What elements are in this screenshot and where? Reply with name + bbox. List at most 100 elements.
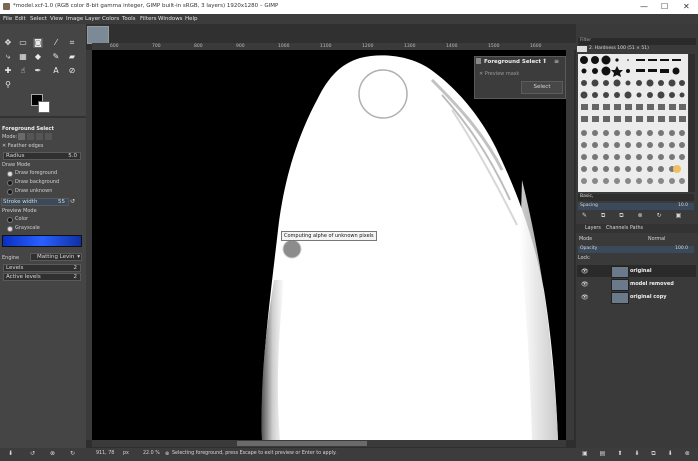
mode-intersect-icon[interactable]	[45, 133, 52, 140]
layer-mode-value[interactable]: Normal	[648, 237, 665, 242]
brush-action-icons[interactable]: ✎⧉⧉⊗↻▣	[582, 212, 695, 220]
preview-color-radio[interactable]	[7, 217, 13, 223]
layer-thumbnail	[611, 292, 629, 304]
eraser-icon[interactable]: ▰	[67, 52, 77, 62]
menu-edit[interactable]: Edit	[15, 16, 26, 22]
draw-foreground-radio[interactable]	[7, 171, 13, 177]
cancel-icon[interactable]: ⊗	[165, 451, 169, 457]
mode-replace-icon[interactable]	[18, 133, 25, 140]
color-picker-icon[interactable]: ⊘	[67, 66, 77, 76]
layer-row[interactable]: 👁 original	[577, 265, 696, 278]
stroke-width-label: Stroke width	[3, 199, 38, 205]
tab-layers[interactable]: Layers	[585, 226, 601, 231]
preview-mask-option[interactable]: ✕ Preview mask	[479, 71, 519, 77]
tool-options-title: Foreground Select	[2, 126, 54, 132]
eye-icon[interactable]: 👁	[581, 294, 589, 301]
zoom-dropdown[interactable]: 22.0 %	[143, 451, 160, 456]
stroke-width-field[interactable]: Stroke width 55	[1, 198, 69, 206]
lock-label: Lock:	[578, 256, 591, 261]
engine-value: Matting Levin	[37, 254, 75, 260]
draw-background-radio[interactable]	[7, 180, 13, 186]
menu-view[interactable]: View	[50, 16, 63, 22]
paintbrush-icon[interactable]: ✎	[51, 52, 61, 62]
menu-help[interactable]: Help	[185, 16, 198, 22]
close-button[interactable]: ✕	[683, 3, 690, 11]
zoom-tool-icon[interactable]: ⚲	[3, 80, 13, 90]
brush-preview-icon	[577, 46, 587, 52]
brush-scrollbar[interactable]	[689, 54, 695, 192]
preview-grayscale-radio[interactable]	[7, 226, 13, 232]
tab-paths[interactable]: Paths	[630, 226, 643, 231]
move-tool-icon[interactable]: ✥	[3, 38, 13, 48]
image-tabs-bar	[86, 24, 576, 43]
engine-dropdown[interactable]: Matting Levin ▾	[30, 253, 82, 261]
heal-tool-icon[interactable]: ✚	[3, 66, 13, 76]
horizontal-scrollbar[interactable]	[92, 440, 566, 447]
layer-opacity-field[interactable]: Opacity 100.0	[578, 246, 694, 253]
background-color-swatch[interactable]	[38, 101, 50, 113]
text-tool-icon[interactable]: A	[51, 66, 61, 76]
menu-image[interactable]: Image	[66, 16, 83, 22]
reset-stroke-icon[interactable]: ↺	[70, 198, 75, 205]
brush-thumbnails	[580, 55, 686, 184]
brush-preset-dropdown[interactable]: Basic,	[578, 194, 694, 201]
ruler-label: 700	[152, 44, 161, 49]
select-button[interactable]: Select	[521, 81, 563, 94]
menu-tools[interactable]: Tools	[122, 16, 136, 22]
menu-windows[interactable]: Windows	[158, 16, 183, 22]
brush-filter-field[interactable]: Filter	[578, 38, 696, 45]
feather-edges-option[interactable]: ✕ Feather edges	[2, 143, 43, 149]
levels-field[interactable]: Levels 2	[3, 264, 81, 272]
layer-row[interactable]: 👁 model removed	[577, 278, 696, 291]
mode-add-icon[interactable]	[27, 133, 34, 140]
layer-action-icons[interactable]: ▣▤⬆⬇⧉⬇⊗	[582, 450, 698, 458]
restore-options-icon[interactable]: ↺	[30, 450, 35, 457]
smudge-tool-icon[interactable]: ☝	[18, 66, 28, 76]
preview-color-label: Color	[15, 216, 29, 222]
rect-select-tool-icon[interactable]: ▭	[18, 38, 28, 48]
mode-subtract-icon[interactable]	[36, 133, 43, 140]
ruler-label: 1600	[530, 44, 542, 49]
toolbox: ✥ ▭ ◙ ⁄ ⌗ ⤷ ▦ ◆ ✎ ▰ ✚ ☝ ✒ A ⊘ ⚲ Foregrou…	[0, 24, 86, 448]
layer-row[interactable]: 👁 original copy	[577, 291, 696, 304]
eye-icon[interactable]: 👁	[581, 281, 589, 288]
image-tab-thumbnail[interactable]	[87, 26, 109, 44]
eye-icon[interactable]: 👁	[581, 268, 589, 275]
spacing-value: 10.0	[677, 203, 688, 208]
dialog-menu-icon[interactable]: ≡	[554, 58, 559, 65]
preview-grayscale-label: Grayscale	[15, 225, 40, 231]
foreground-select-tool-icon[interactable]: ◙	[33, 38, 43, 48]
unit-dropdown[interactable]: px	[123, 451, 129, 456]
crop-tool-icon[interactable]: ⌗	[67, 38, 77, 48]
warp-tool-icon[interactable]: ⤷	[3, 52, 13, 62]
toolbox-divider	[0, 116, 86, 118]
draw-mode-label: Draw Mode	[2, 162, 31, 168]
maximize-button[interactable]: ☐	[661, 3, 668, 11]
menu-filters[interactable]: Filters	[140, 16, 157, 22]
bucket-fill-icon[interactable]: ◆	[33, 52, 43, 62]
preview-color-bar[interactable]	[2, 235, 82, 247]
paths-tool-icon[interactable]: ✒	[33, 66, 43, 76]
active-levels-field[interactable]: Active levels 2	[3, 273, 81, 281]
menu-select[interactable]: Select	[30, 16, 47, 22]
image-canvas[interactable]: Computing alphe of unknown pixels	[92, 50, 566, 440]
dialog-export-icon[interactable]: ⬆	[542, 58, 547, 65]
spacing-field[interactable]: Spacing 10.0	[578, 203, 694, 210]
window-title: *model.xcf-1.0 (RGB color 8-bit gamma in…	[13, 3, 279, 9]
draw-unknown-radio[interactable]	[7, 189, 13, 195]
menu-layer[interactable]: Layer	[85, 16, 100, 22]
save-options-icon[interactable]: ⬇	[8, 450, 13, 457]
minimize-button[interactable]: —	[640, 3, 648, 11]
delete-options-icon[interactable]: ⊗	[50, 450, 55, 457]
layer-name: model removed	[630, 281, 674, 287]
menu-colors[interactable]: Colors	[102, 16, 119, 22]
fuzzy-select-tool-icon[interactable]: ⁄	[51, 38, 61, 48]
tab-channels[interactable]: Channels	[606, 226, 628, 231]
brush-grid[interactable]	[578, 54, 688, 192]
layer-thumbnail	[611, 266, 629, 278]
reset-options-icon[interactable]: ↻	[70, 450, 75, 457]
menu-file[interactable]: File	[3, 16, 12, 22]
transform-tool-icon[interactable]: ▦	[18, 52, 28, 62]
radius-field[interactable]: Radius 5.0	[3, 152, 81, 160]
vertical-scrollbar[interactable]	[566, 50, 574, 440]
